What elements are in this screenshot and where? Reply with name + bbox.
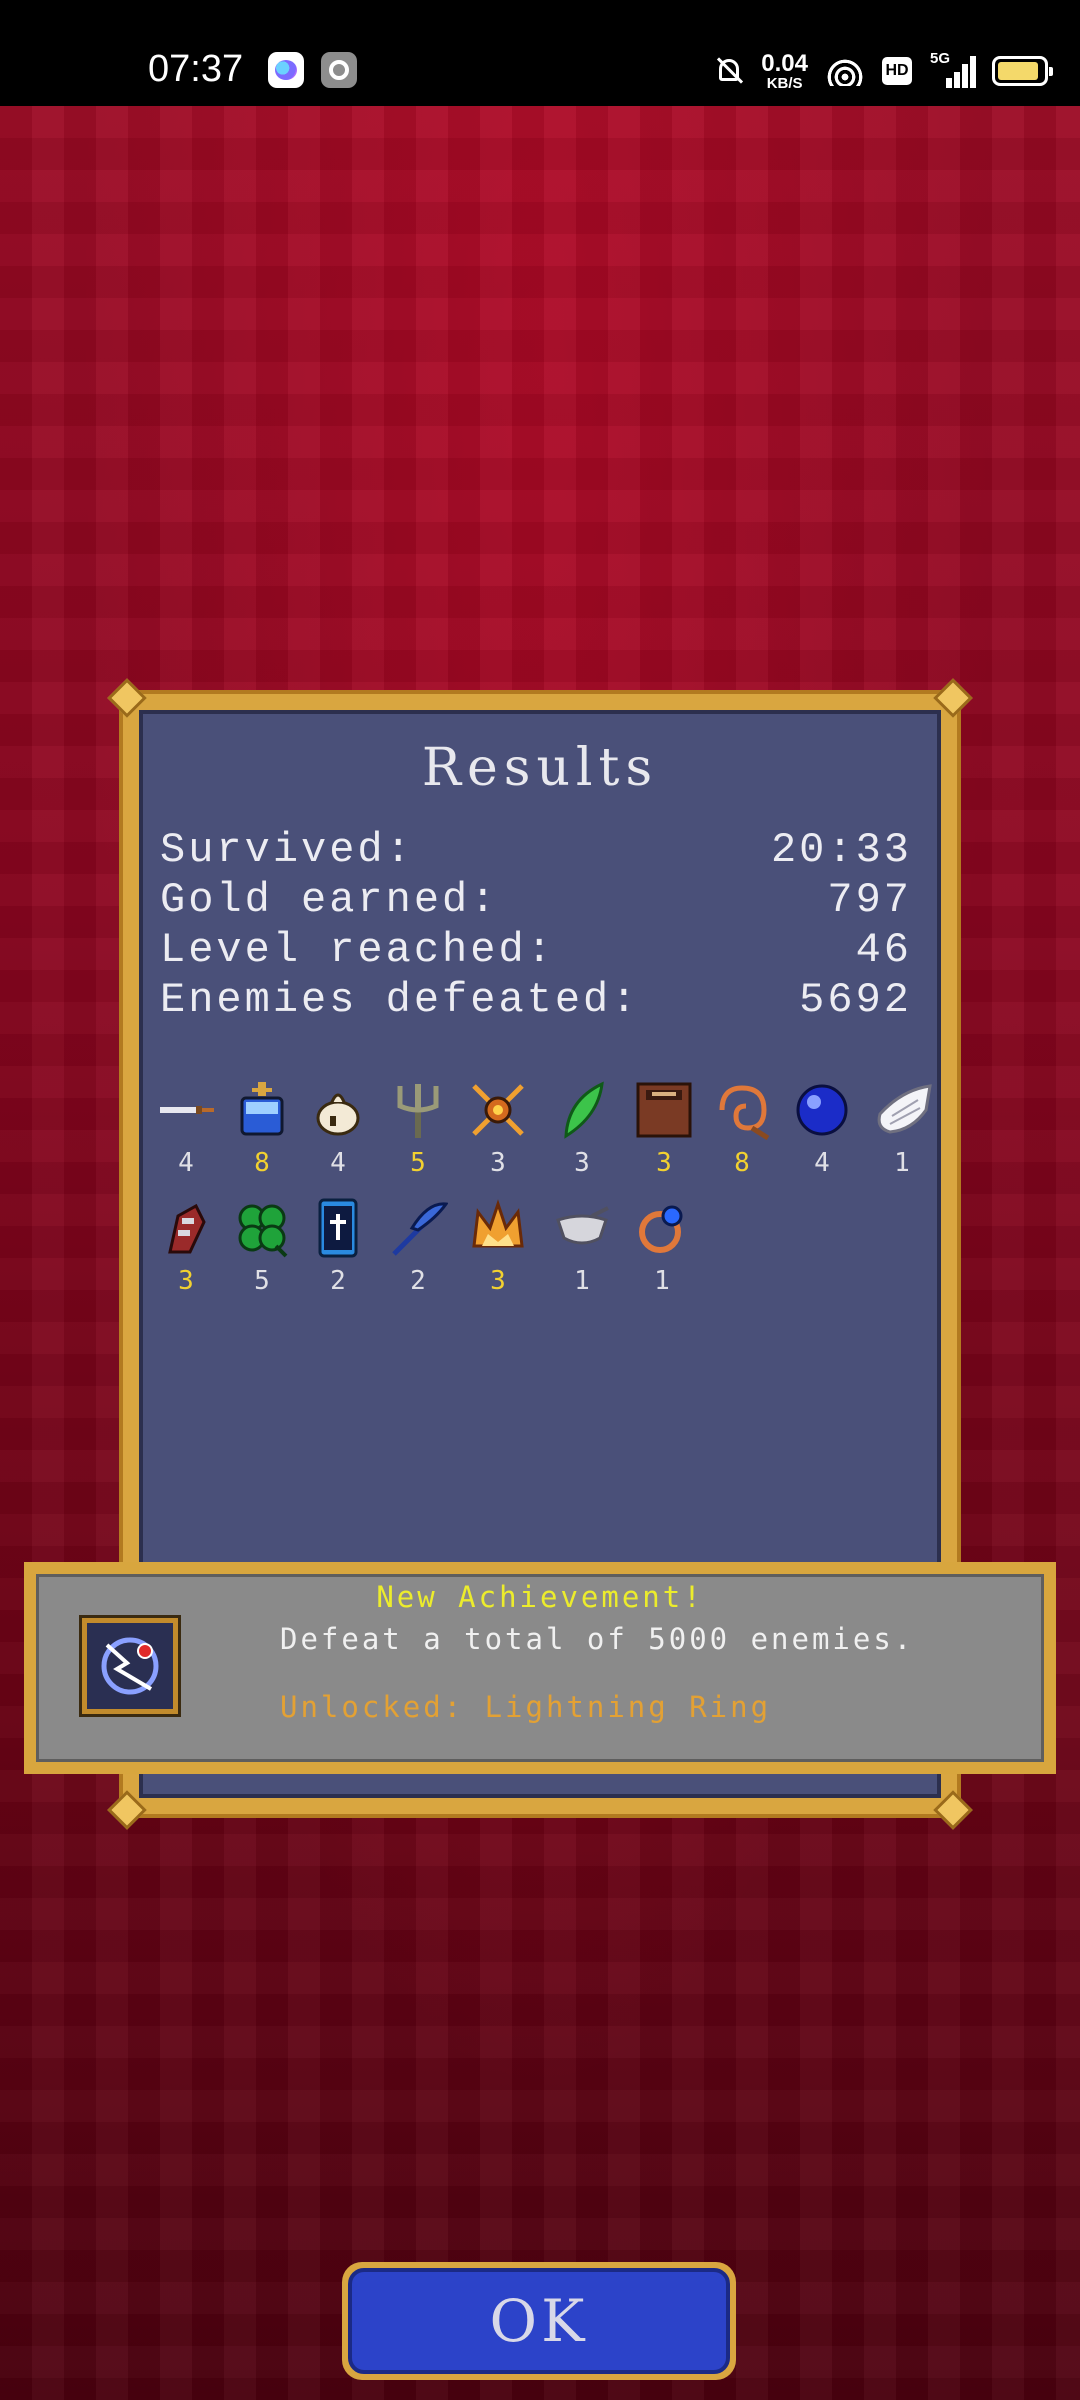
knife-icon [160, 1106, 214, 1114]
results-title: Results [421, 738, 659, 798]
hd-badge: HD [882, 57, 912, 85]
ring-icon [639, 1205, 683, 1253]
garlic-icon [316, 1093, 360, 1136]
cell-signal-icon: 5G [930, 50, 976, 88]
orb-icon [796, 1084, 848, 1136]
crown-icon [472, 1199, 524, 1248]
item-holy-water: 8 [226, 1080, 298, 1190]
stat-gold-earned: Gold earned: 797 [160, 876, 912, 924]
ok-button[interactable]: OK [342, 2262, 736, 2380]
wifi-icon [826, 56, 864, 86]
achievement-description: Defeat a total of 5000 enemies. [280, 1622, 915, 1656]
holy-water-icon [240, 1082, 284, 1136]
item-trident: 5 [382, 1080, 454, 1190]
armor-gauntlet-icon [168, 1203, 206, 1254]
achievement-unlock-text: Unlocked: Lightning Ring [280, 1690, 772, 1724]
clover-icon [238, 1204, 288, 1258]
achievement-title: New Achievement! [376, 1580, 704, 1614]
spinach-icon [472, 1084, 524, 1136]
item-ring: 1 [626, 1198, 698, 1308]
item-armor: 3 [150, 1198, 222, 1308]
item-clover: 5 [226, 1198, 298, 1308]
ok-button-label: OK [348, 2268, 730, 2374]
trident-icon [397, 1084, 439, 1138]
item-tome: 3 [628, 1080, 700, 1190]
status-bar: 07:37 0.04 KB/S HD 5G [0, 0, 1080, 106]
item-whip: 8 [706, 1080, 778, 1190]
item-scythe: 2 [382, 1198, 454, 1308]
feather-icon [564, 1081, 604, 1139]
item-feather: 3 [546, 1080, 618, 1190]
stat-enemies-defeated: Enemies defeated: 5692 [160, 976, 912, 1024]
item-crown: 3 [462, 1198, 534, 1308]
item-spinach: 3 [462, 1080, 534, 1190]
item-orb: 4 [786, 1080, 858, 1190]
item-garlic: 4 [302, 1080, 374, 1190]
clock: 07:37 [148, 48, 244, 90]
scythe-icon [392, 1202, 448, 1256]
item-knife: 4 [150, 1080, 222, 1190]
muted-bell-icon [715, 55, 743, 87]
network-speed: 0.04 KB/S [761, 49, 808, 92]
item-wings: 1 [866, 1080, 938, 1190]
app-notification-icon [268, 52, 304, 88]
stat-level-reached: Level reached: 46 [160, 926, 912, 974]
item-bible: 2 [302, 1198, 374, 1308]
item-silver-pot: 1 [546, 1198, 618, 1308]
silver-pot-icon [556, 1206, 609, 1245]
battery-icon [992, 56, 1053, 86]
tome-icon [636, 1082, 692, 1138]
bible-icon [318, 1198, 358, 1258]
whip-icon [719, 1085, 770, 1140]
wings-icon [877, 1084, 932, 1134]
settings-notification-icon [321, 52, 357, 88]
lightning-ring-icon [82, 1618, 178, 1714]
stat-survived: Survived: 20:33 [160, 826, 912, 874]
